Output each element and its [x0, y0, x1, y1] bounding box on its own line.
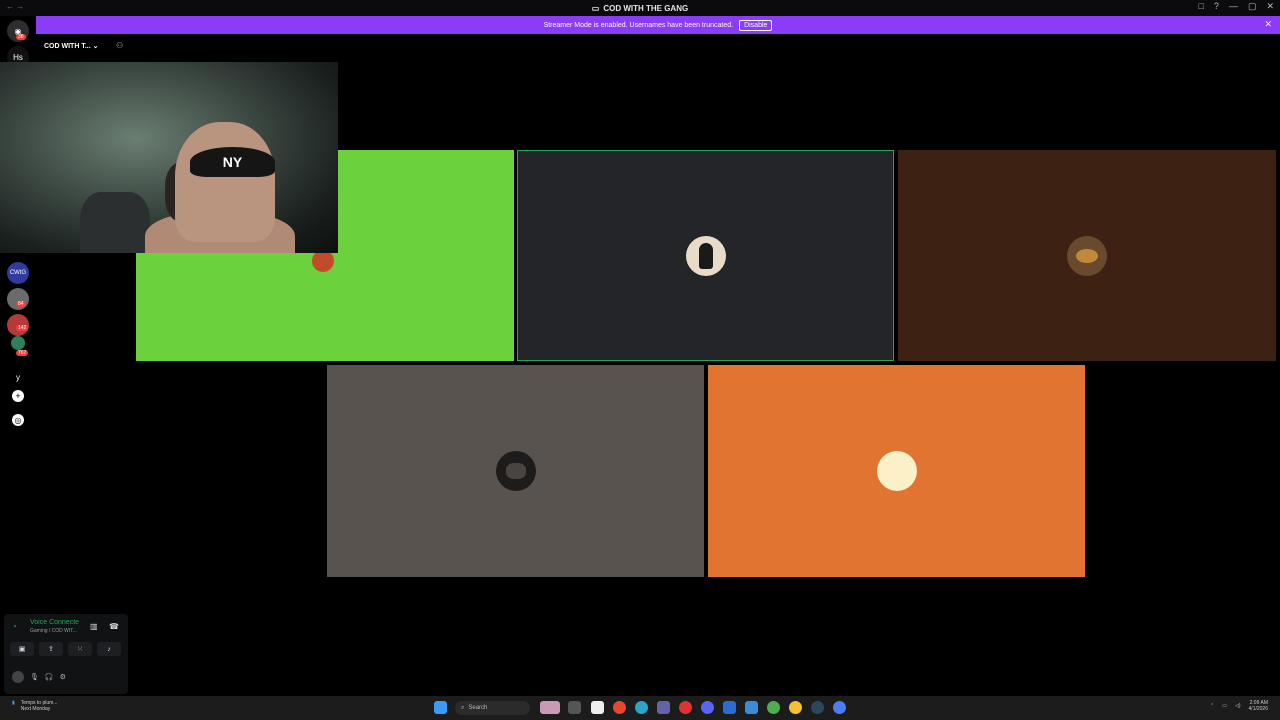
user-avatar[interactable] — [12, 671, 24, 683]
back-arrow-icon[interactable]: ← → — [6, 2, 24, 11]
participant-tile-5[interactable] — [708, 365, 1085, 577]
maximize-button[interactable]: ▢ — [1248, 1, 1257, 12]
edge-icon[interactable] — [635, 701, 648, 714]
network-icon[interactable]: ▭ — [1222, 703, 1227, 709]
camera-button[interactable]: ▣ — [10, 642, 34, 656]
invite-people-icon[interactable]: ⚇ — [116, 41, 123, 50]
gamepad-icon: ▭ — [591, 3, 600, 13]
server-name-header[interactable]: COD WITH T... ⌄ — [44, 42, 99, 50]
sun-avatar — [876, 451, 917, 491]
discord-icon[interactable] — [701, 701, 714, 714]
server-badge-142: 142 — [16, 325, 29, 331]
inbox-icon[interactable]: □ — [1198, 1, 1203, 12]
home-mention-badge: 38 — [16, 34, 26, 40]
red-figure-avatar — [312, 250, 334, 272]
activities-button[interactable]: ⁙ — [68, 642, 92, 656]
app-icon-2[interactable] — [679, 701, 692, 714]
banner-close-icon[interactable]: ✕ — [1264, 19, 1272, 30]
headphones-icon[interactable]: 🎧 — [45, 673, 54, 681]
discover-icon[interactable]: ◎ — [12, 414, 24, 426]
soundboard-button[interactable]: ♪ — [97, 642, 121, 656]
participant-tile-2[interactable] — [517, 150, 894, 361]
server-icon-cwtg[interactable]: CWtG — [7, 262, 29, 284]
server-icon-y[interactable]: y — [7, 366, 29, 388]
weather-widget[interactable]: ▮ Temps to plum... Next Monday — [12, 700, 57, 712]
start-button-icon[interactable] — [434, 701, 447, 714]
chrome-icon-3[interactable] — [789, 701, 802, 714]
webcam-overlay: NY — [0, 62, 338, 253]
chrome-icon[interactable] — [613, 701, 626, 714]
disable-streamer-mode-button[interactable]: Disable — [739, 19, 773, 31]
add-server-icon[interactable]: + — [12, 390, 24, 402]
signal-icon: ◔ — [12, 622, 17, 631]
taskbar-search[interactable]: ⌕ Search — [455, 701, 530, 715]
volume-icon[interactable]: ◁) — [1235, 703, 1241, 709]
noise-suppression-icon[interactable]: ▥ — [90, 622, 98, 631]
banner-text: Streamer Mode is enabled. Usernames have… — [543, 21, 734, 29]
voice-channel-name[interactable]: Gaming / COD WIT... — [30, 628, 77, 634]
help-icon[interactable]: ? — [1214, 1, 1219, 12]
gaming-chair — [80, 192, 150, 253]
chevron-down-icon: ⌄ — [92, 43, 99, 50]
app-icon-1[interactable] — [591, 701, 604, 714]
streamer-mode-banner: Streamer Mode is enabled. Usernames have… — [36, 16, 1280, 34]
cowboy-avatar — [1067, 235, 1107, 276]
chevron-up-icon[interactable]: ⌃ — [1210, 703, 1214, 709]
weather-icon: ▮ — [12, 700, 15, 706]
task-view-icon[interactable] — [568, 701, 581, 714]
window-titlebar: ← → ▭ COD WITH THE GANG □ ? — ▢ ✕ — [0, 0, 1280, 16]
window-controls: □ ? — ▢ ✕ — [1198, 1, 1274, 12]
user-panel: 🎙 🎧 ⚙ — [4, 668, 128, 686]
voice-connection-panel: ◔ Voice Connecte Gaming / COD WIT... ▥ ☎… — [4, 614, 128, 694]
settings-gear-icon[interactable]: ⚙ — [60, 673, 66, 681]
server-icon-green[interactable] — [11, 336, 25, 350]
windows-taskbar: ▮ Temps to plum... Next Monday ⌕ Search … — [0, 696, 1280, 720]
close-button[interactable]: ✕ — [1266, 1, 1274, 12]
participant-tile-3[interactable] — [898, 150, 1276, 361]
steam-icon[interactable] — [811, 701, 824, 714]
dark-animal-avatar — [495, 451, 536, 491]
yankees-cap: NY — [190, 147, 275, 177]
server-badge-767: 767 — [16, 350, 29, 356]
system-tray: ⌃ ▭ ◁) 2:09 AM 4/1/2026 — [1210, 700, 1268, 712]
participant-tile-4[interactable] — [327, 365, 704, 577]
app-icon-4[interactable] — [833, 701, 846, 714]
disconnect-icon[interactable]: ☎ — [109, 622, 119, 631]
minimize-button[interactable]: — — [1229, 1, 1238, 12]
widgets-icon[interactable] — [540, 701, 560, 714]
app-icon-3[interactable] — [723, 701, 736, 714]
server-badge-84: 84 — [16, 301, 26, 307]
mail-icon[interactable] — [745, 701, 758, 714]
window-title: ▭ COD WITH THE GANG — [591, 3, 689, 13]
teams-icon[interactable] — [657, 701, 670, 714]
mic-icon[interactable]: 🎙 — [30, 673, 39, 681]
person-head — [175, 122, 275, 242]
voice-status: Voice Connecte — [30, 619, 80, 626]
search-icon: ⌕ — [461, 704, 465, 711]
clock[interactable]: 2:09 AM 4/1/2026 — [1249, 700, 1268, 712]
dark-figure-avatar — [685, 235, 726, 276]
chrome-icon-2[interactable] — [767, 701, 780, 714]
share-screen-button[interactable]: ⇪ — [39, 642, 63, 656]
